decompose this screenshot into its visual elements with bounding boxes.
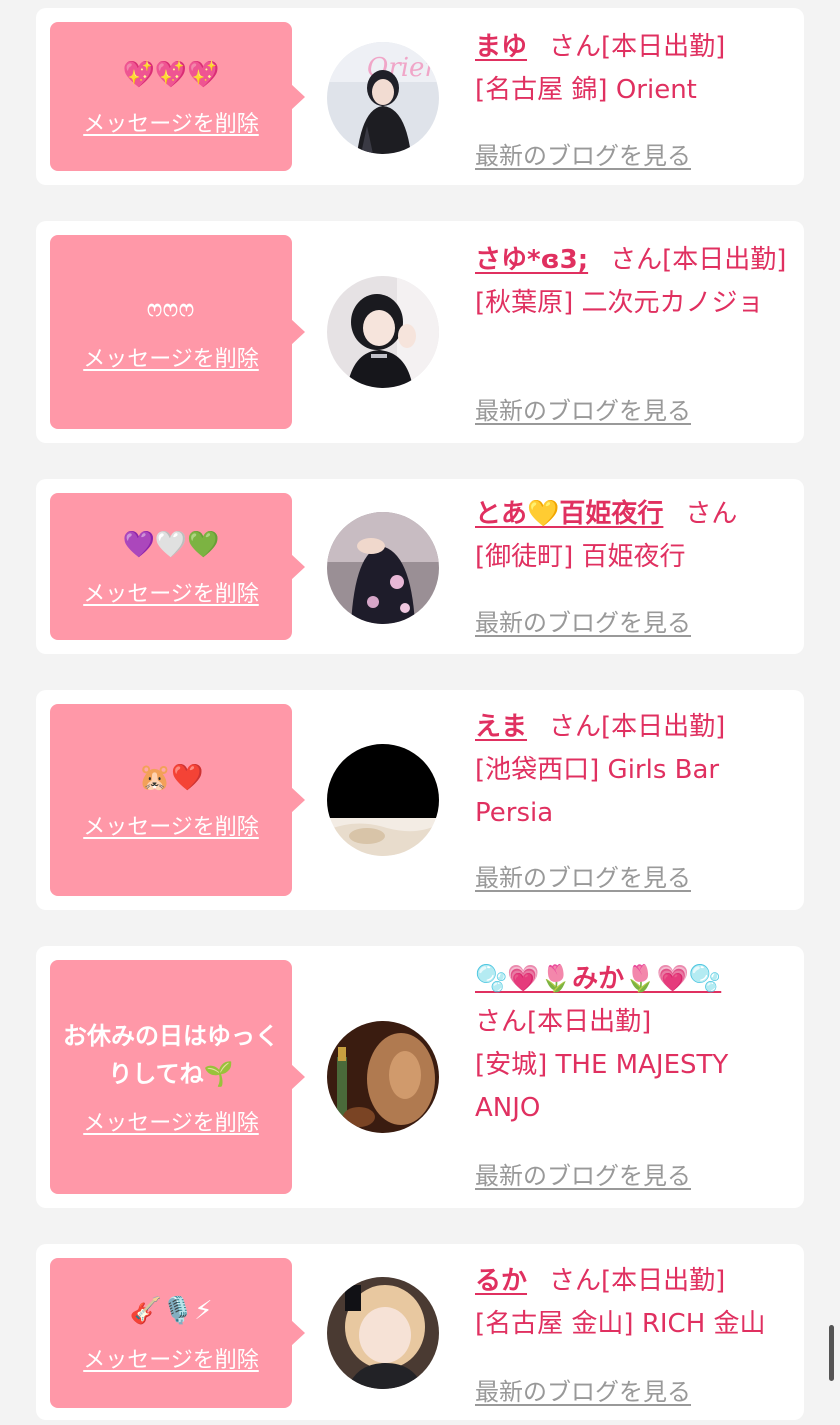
san-label: さん [475,1007,528,1037]
cast-name-link[interactable]: るか [475,1266,527,1296]
cast-info: まゆ さん[本日出勤] [名古屋 錦] Orient [475,26,795,112]
message-bubble: 🐹❤️ メッセージを削除 [50,704,305,896]
delete-message-link[interactable]: メッセージを削除 [83,809,259,841]
view-blog-link[interactable]: 最新のブログを見る [475,858,691,893]
avatar-image [327,276,439,388]
message-text: ෆෆෆ [147,297,195,322]
shop-name: [秋葉原] 二次元カノジョ [475,288,764,318]
view-blog-link[interactable]: 最新のブログを見る [475,136,691,171]
message-bubble: ෆෆෆ メッセージを削除 [50,235,305,429]
message-text: 🎸🎙️⚡ [129,1296,213,1326]
status-badge: [本日出勤] [527,1007,652,1037]
shop-name: [名古屋 金山] RICH 金山 [475,1309,766,1339]
avatar[interactable] [327,1277,439,1389]
status-badge: [本日出勤] [662,245,787,275]
view-blog-link[interactable]: 最新のブログを見る [475,1372,691,1407]
scrollbar[interactable] [829,1325,834,1381]
status-badge: [本日出勤] [601,712,726,742]
san-label: さん [610,245,663,275]
delete-message-link[interactable]: メッセージを削除 [83,1105,259,1137]
cast-name-link[interactable]: えま [475,712,527,742]
message-card: 🐹❤️ メッセージを削除 えま さん[本日出勤] [池袋西口] Girls Bar… [36,690,804,910]
shop-name: [御徒町] 百姫夜行 [475,542,686,572]
san-label: さん [549,32,602,62]
status-badge: [本日出勤] [601,1266,726,1296]
cast-info: えま さん[本日出勤] [池袋西口] Girls Bar Persia [475,706,795,835]
san-label: さん [549,712,602,742]
avatar-image [327,744,439,856]
avatar-image [327,1277,439,1389]
message-text: 🐹❤️ [138,763,204,793]
shop-name: [安城] THE MAJESTY ANJO [475,1050,729,1123]
message-bubble: 🎸🎙️⚡ メッセージを削除 [50,1258,305,1408]
delete-message-link[interactable]: メッセージを削除 [83,106,259,138]
avatar[interactable] [327,276,439,388]
shop-name: [名古屋 錦] Orient [475,75,697,105]
cast-name-link[interactable]: 🫧💗🌷みか🌷💗🫧 [475,964,721,994]
cast-info: 🫧💗🌷みか🌷💗🫧 さん[本日出勤] [安城] THE MAJESTY ANJO [475,958,795,1130]
delete-message-link[interactable]: メッセージを削除 [83,341,259,373]
cast-name-link[interactable]: とあ💛百姫夜行 [475,499,663,529]
message-text: 💜🤍💚 [122,529,220,560]
san-label: さん [685,499,738,529]
message-bubble: 💜🤍💚 メッセージを削除 [50,493,305,640]
view-blog-link[interactable]: 最新のブログを見る [475,603,691,638]
view-blog-link[interactable]: 最新のブログを見る [475,1156,691,1191]
cast-info: さゆ*ɞ3; さん[本日出勤] [秋葉原] 二次元カノジョ [475,239,795,325]
message-text: お休みの日はゆっくりしてね🌱 [63,1022,279,1088]
shop-name: [池袋西口] Girls Bar Persia [475,755,720,828]
avatar[interactable] [327,1021,439,1133]
message-card: お休みの日はゆっくりしてね🌱 メッセージを削除 🫧💗🌷みか🌷💗🫧 さん[本日出勤]… [36,946,804,1208]
status-badge: [本日出勤] [601,32,726,62]
message-bubble: お休みの日はゆっくりしてね🌱 メッセージを削除 [50,960,305,1194]
message-bubble: 💖💖💖 メッセージを削除 [50,22,305,171]
message-card: ෆෆෆ メッセージを削除 さゆ*ɞ3; さん[本日出勤] [秋葉原] 二次元カノジ… [36,221,804,443]
message-list: 💖💖💖 メッセージを削除 Orient まゆさん[本日出勤] [名古屋 錦] O… [0,0,840,1425]
avatar[interactable] [327,512,439,624]
cast-info: るか さん[本日出勤] [名古屋 金山] RICH 金山 [475,1260,795,1346]
message-text: 💖💖💖 [122,59,220,90]
cast-name-link[interactable]: まゆ [475,32,527,62]
avatar-image: Orient [327,42,439,154]
avatar[interactable] [327,744,439,856]
message-card: 💖💖💖 メッセージを削除 Orient まゆさん[本日出勤] [名古屋 錦] O… [36,8,804,185]
delete-message-link[interactable]: メッセージを削除 [83,1342,259,1374]
cast-info: とあ💛百姫夜行 さん [御徒町] 百姫夜行 [475,493,795,579]
avatar-image [327,1021,439,1133]
san-label: さん [549,1266,602,1296]
avatar[interactable]: Orient [327,42,439,154]
view-blog-link[interactable]: 最新のブログを見る [475,391,691,426]
message-card: 💜🤍💚 メッセージを削除 とあ💛百姫夜行 さん [御徒町] 百姫夜行 最新のブログ… [36,479,804,654]
delete-message-link[interactable]: メッセージを削除 [83,576,259,608]
cast-name-link[interactable]: さゆ*ɞ3; [475,245,588,275]
message-card: 🎸🎙️⚡ メッセージを削除 るか さん[本日出勤] [名古屋 金山] RICH 金… [36,1244,804,1420]
avatar-image [327,512,439,624]
